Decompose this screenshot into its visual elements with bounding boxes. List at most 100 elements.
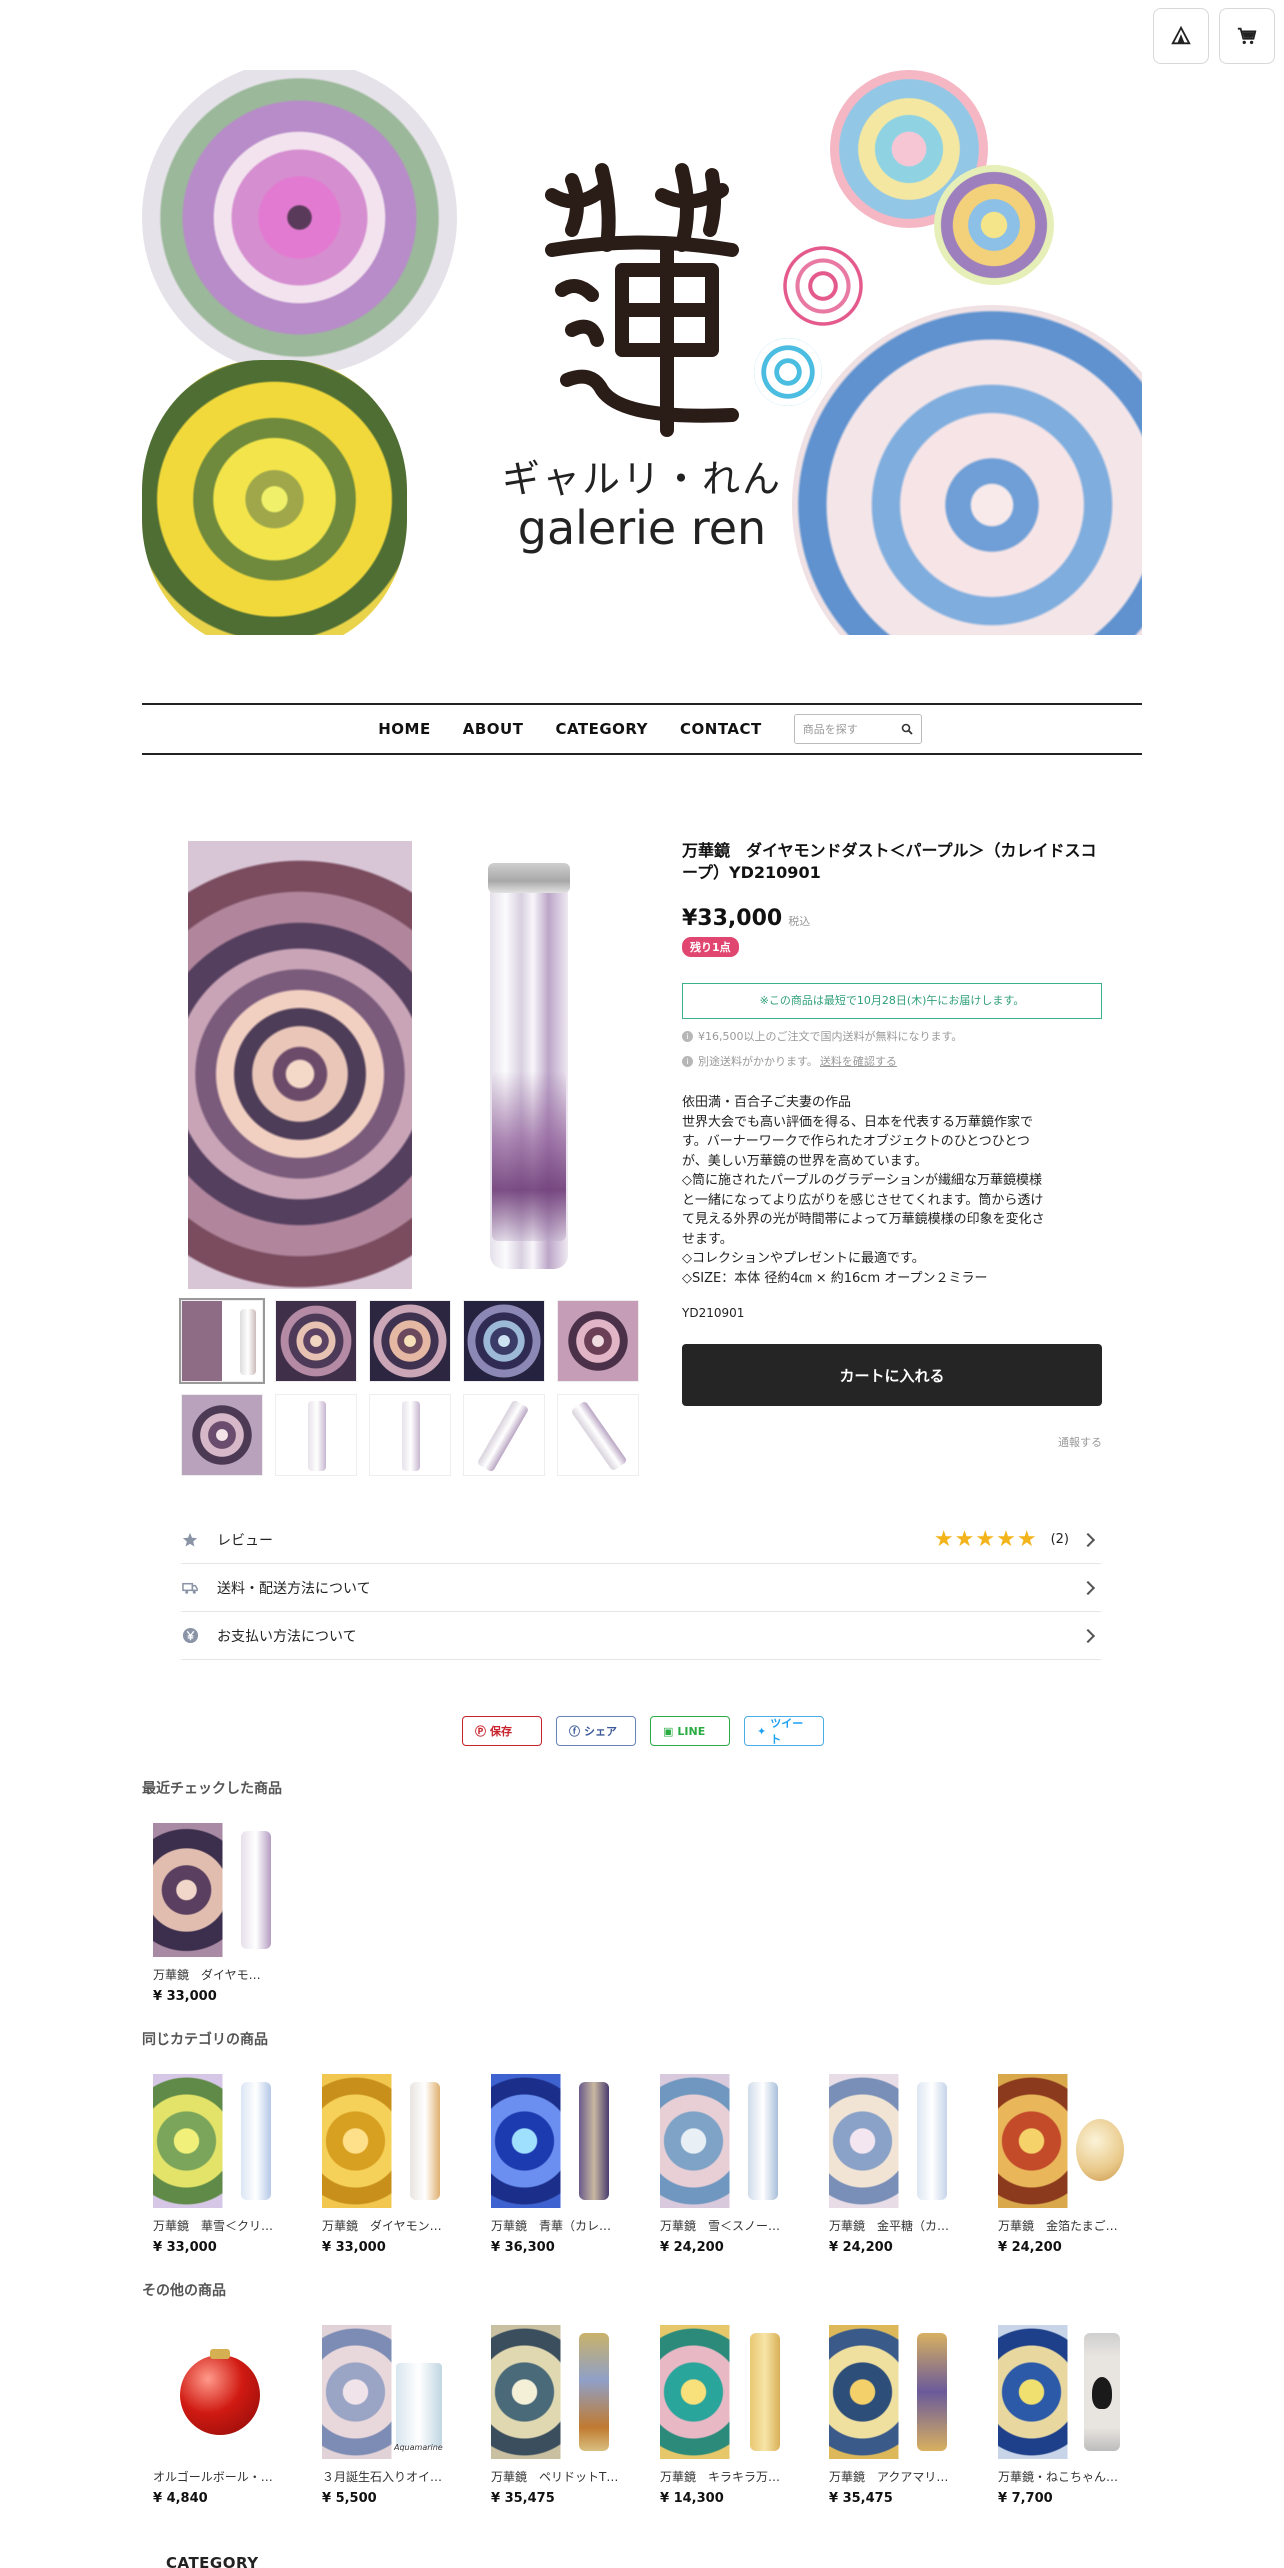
chevron-right-icon bbox=[1080, 1532, 1096, 1547]
product-price: ¥ 7,700 bbox=[998, 2491, 1053, 2506]
product-price: ¥ 5,500 bbox=[322, 2491, 377, 2506]
product-image bbox=[153, 2074, 287, 2208]
chevron-right-icon bbox=[1080, 1580, 1096, 1595]
product-thumbnail[interactable] bbox=[557, 1394, 639, 1476]
pinterest-save-button[interactable]: Ⓟ 保存 bbox=[462, 1716, 542, 1746]
product-image bbox=[829, 2074, 963, 2208]
product-name: 万華鏡 金箔たまご… bbox=[998, 2219, 1118, 2233]
line-share-button[interactable]: ▣ LINE bbox=[650, 1716, 730, 1746]
kaleidoscope-tube bbox=[412, 841, 636, 1289]
header-banner[interactable]: ギャルリ・れん galerie ren bbox=[142, 70, 1142, 635]
product-price: ¥ 24,200 bbox=[829, 2240, 893, 2255]
search-icon[interactable] bbox=[901, 723, 913, 735]
product-card[interactable]: 万華鏡・ねこちゃん… ¥ 7,700 bbox=[998, 2325, 1132, 2506]
other-products: オルゴールボール・… ¥ 4,840 Aquamarine ３月誕生石入りオイ…… bbox=[153, 2325, 1132, 2506]
product-card[interactable]: 万華鏡 金平糖（カ… ¥ 24,200 bbox=[829, 2074, 963, 2255]
product-thumbnail[interactable] bbox=[179, 1298, 265, 1384]
product-price: ¥ 35,475 bbox=[491, 2491, 555, 2506]
facebook-share-button[interactable]: ⓕ シェア bbox=[556, 1716, 636, 1746]
product-price: ¥ 33,000 bbox=[153, 2240, 217, 2255]
product-thumbnail[interactable] bbox=[463, 1394, 545, 1476]
product-card[interactable]: 万華鏡 華雪＜クリ… ¥ 33,000 bbox=[153, 2074, 287, 2255]
shipping-note: i 別途送料がかかります。 送料を確認する bbox=[682, 1053, 1102, 1069]
product-name: 万華鏡 ダイヤモン… bbox=[322, 2219, 442, 2233]
share-buttons: Ⓟ 保存 ⓕ シェア ▣ LINE ✦ ツイート bbox=[462, 1716, 824, 1746]
product-card[interactable]: 万華鏡 青華（カレ… ¥ 36,300 bbox=[491, 2074, 625, 2255]
product-price: ¥ 24,200 bbox=[660, 2240, 724, 2255]
tent-icon bbox=[1171, 25, 1191, 45]
product-name: 万華鏡 金平糖（カ… bbox=[829, 2219, 950, 2233]
aquamarine-caption: Aquamarine bbox=[394, 2443, 443, 2452]
report-link[interactable]: 通報する bbox=[682, 1434, 1102, 1450]
nav-home[interactable]: HOME bbox=[378, 720, 430, 738]
tweet-button[interactable]: ✦ ツイート bbox=[744, 1716, 824, 1746]
info-icon: i bbox=[682, 1030, 693, 1042]
cart-button[interactable] bbox=[1219, 8, 1275, 64]
product-card[interactable]: 万華鏡 ペリドットT… ¥ 35,475 bbox=[491, 2325, 625, 2506]
product-card[interactable]: 万華鏡 金箔たまご… ¥ 24,200 bbox=[998, 2074, 1132, 2255]
product-thumbnail[interactable] bbox=[557, 1300, 639, 1382]
product-image bbox=[998, 2074, 1132, 2208]
product-price: ¥ 24,200 bbox=[998, 2240, 1062, 2255]
payment-row[interactable]: お支払い方法について bbox=[181, 1612, 1101, 1660]
search-placeholder: 商品を探す bbox=[802, 723, 858, 736]
product-card[interactable]: 万華鏡 キラキラ万… ¥ 14,300 bbox=[660, 2325, 794, 2506]
product-card[interactable]: 万華鏡 アクアマリ… ¥ 35,475 bbox=[829, 2325, 963, 2506]
search-input[interactable]: 商品を探す bbox=[793, 714, 922, 744]
product-name: 万華鏡 華雪＜クリ… bbox=[153, 2219, 274, 2233]
same-category-products: 万華鏡 華雪＜クリ… ¥ 33,000 万華鏡 ダイヤモン… ¥ 33,000 … bbox=[153, 2074, 1132, 2255]
pinterest-icon: Ⓟ bbox=[475, 1725, 486, 1738]
product-name: 万華鏡 青華（カレ… bbox=[491, 2219, 612, 2233]
star-icon: ★ bbox=[954, 1526, 975, 1552]
line-icon: ▣ bbox=[663, 1724, 674, 1738]
star-icon: ★ bbox=[975, 1526, 996, 1552]
recent-products: 万華鏡 ダイヤモ… ¥ 33,000 bbox=[153, 1823, 287, 2004]
nav-contact[interactable]: CONTACT bbox=[680, 720, 762, 738]
shipping-label: 送料・配送方法について bbox=[217, 1580, 371, 1597]
nav-about[interactable]: ABOUT bbox=[463, 720, 524, 738]
review-label: レビュー bbox=[217, 1532, 273, 1549]
product-thumbnail[interactable] bbox=[275, 1394, 357, 1476]
flower-pattern bbox=[782, 245, 864, 327]
truck-icon bbox=[181, 1579, 199, 1597]
product-thumbnail[interactable] bbox=[369, 1300, 451, 1382]
product-image bbox=[322, 2074, 456, 2208]
nav-category[interactable]: CATEGORY bbox=[555, 720, 648, 738]
product-name: ３月誕生石入りオイ… bbox=[322, 2470, 443, 2484]
product-card[interactable]: 万華鏡 雪＜スノー… ¥ 24,200 bbox=[660, 2074, 794, 2255]
kaleidoscope-image bbox=[142, 70, 457, 375]
same-category-title: 同じカテゴリの商品 bbox=[142, 2032, 268, 2048]
shipping-link[interactable]: 送料を確認する bbox=[820, 1053, 897, 1069]
review-count: (2) bbox=[1050, 1532, 1069, 1547]
star-icon bbox=[181, 1531, 199, 1549]
tax-label: 税込 bbox=[788, 915, 811, 928]
payment-label: お支払い方法について bbox=[217, 1628, 357, 1645]
kaleidoscope-image bbox=[934, 165, 1054, 285]
product-thumbnail[interactable] bbox=[369, 1394, 451, 1476]
chevron-right-icon bbox=[1080, 1628, 1096, 1643]
product-thumbnail[interactable] bbox=[181, 1394, 263, 1476]
footer-category-heading: CATEGORY bbox=[166, 2554, 259, 2568]
product-price: ¥ 33,000 bbox=[153, 1989, 217, 2004]
shipping-row[interactable]: 送料・配送方法について bbox=[181, 1564, 1101, 1612]
product-card[interactable]: 万華鏡 ダイヤモン… ¥ 33,000 bbox=[322, 2074, 456, 2255]
star-icon: ★ bbox=[1016, 1526, 1037, 1552]
product-card[interactable]: 万華鏡 ダイヤモ… ¥ 33,000 bbox=[153, 1823, 287, 2004]
product-image bbox=[998, 2325, 1132, 2459]
yen-icon bbox=[181, 1627, 199, 1645]
product-price: ¥ 33,000 bbox=[322, 2240, 386, 2255]
product-image bbox=[491, 2325, 625, 2459]
review-row[interactable]: レビュー ★ ★ ★ ★ ★ (2) bbox=[181, 1516, 1101, 1564]
product-thumbnail[interactable] bbox=[275, 1300, 357, 1382]
product-card[interactable]: Aquamarine ３月誕生石入りオイ… ¥ 5,500 bbox=[322, 2325, 456, 2506]
product-card[interactable]: オルゴールボール・… ¥ 4,840 bbox=[153, 2325, 287, 2506]
product-image bbox=[153, 2325, 287, 2459]
star-icon: ★ bbox=[996, 1526, 1016, 1552]
product-thumbnail[interactable] bbox=[463, 1300, 545, 1382]
free-shipping-note: i ¥16,500以上のご注文で国内送料が無料になります。 bbox=[682, 1028, 1102, 1044]
tent-icon-button[interactable] bbox=[1153, 8, 1209, 64]
product-price: ¥ 36,300 bbox=[491, 2240, 555, 2255]
add-to-cart-button[interactable]: カートに入れる bbox=[682, 1344, 1102, 1406]
other-products-title: その他の商品 bbox=[142, 2283, 226, 2299]
product-main-image[interactable] bbox=[188, 841, 636, 1289]
